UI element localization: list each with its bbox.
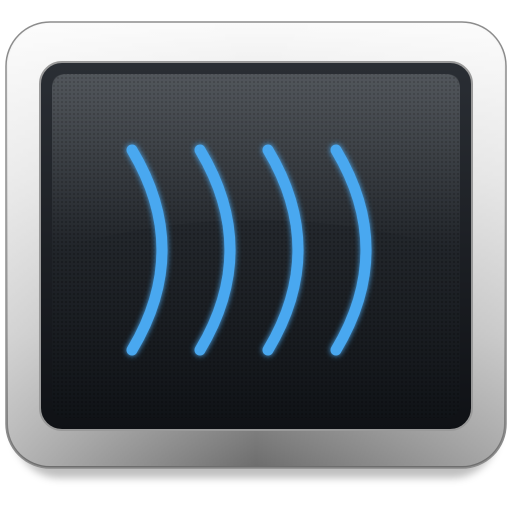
icon-stage (0, 0, 512, 512)
sound-waves-app-icon[interactable] (0, 0, 512, 512)
